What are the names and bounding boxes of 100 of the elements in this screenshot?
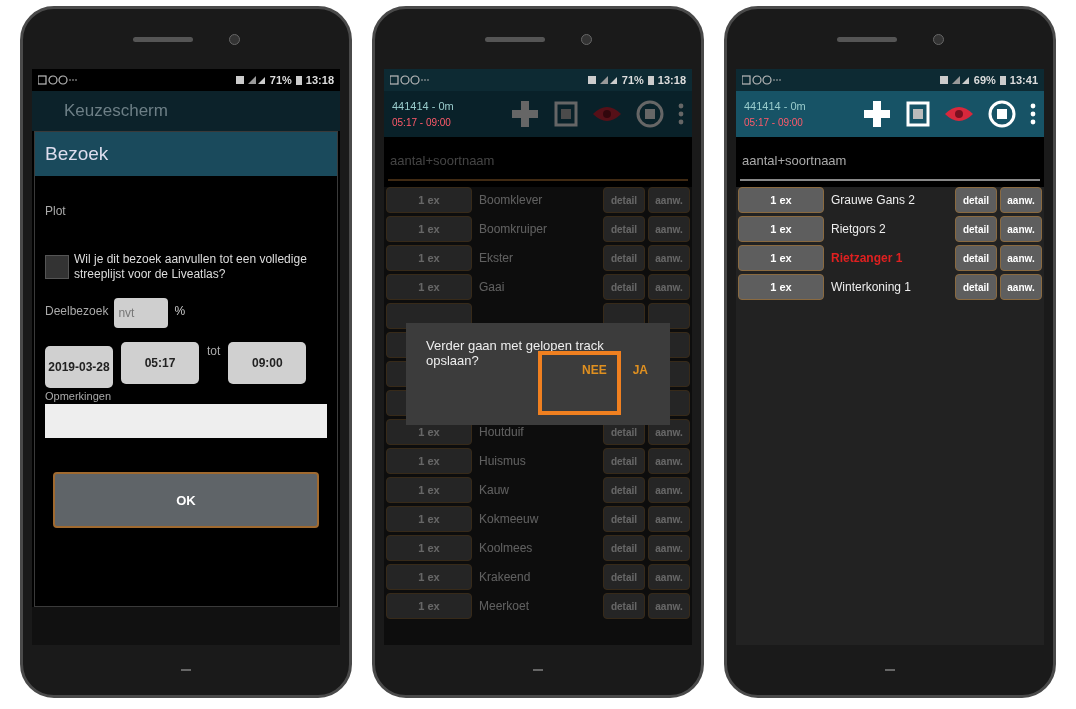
detail-button[interactable]: detail xyxy=(603,477,645,503)
checkbox[interactable] xyxy=(45,255,69,279)
notification-icons-drawing xyxy=(38,75,78,85)
ok-button[interactable]: OK xyxy=(53,472,319,528)
battery-percentage: 71% xyxy=(269,74,292,86)
search-field[interactable]: aantal+soortnaam xyxy=(388,141,688,181)
detail-button[interactable]: detail xyxy=(603,593,645,619)
count-button[interactable]: 1 ex xyxy=(386,564,472,590)
deelbezoek-label: Deelbezoek xyxy=(45,304,109,318)
speaker-grille xyxy=(836,36,897,42)
aanw-button[interactable]: aanw. xyxy=(1000,245,1042,271)
aanw-button[interactable]: aanw. xyxy=(648,216,690,242)
aanw-button[interactable]: aanw. xyxy=(648,564,690,590)
aanw-button[interactable]: aanw. xyxy=(648,448,690,474)
species-name[interactable]: Ekster xyxy=(475,245,600,271)
clock-time: 13:18 xyxy=(305,74,334,86)
species-name[interactable]: Rietgors 2 xyxy=(827,216,952,242)
detail-button[interactable]: detail xyxy=(955,187,997,213)
count-button[interactable]: 1 ex xyxy=(738,245,824,271)
home-indicator xyxy=(533,669,543,671)
count-button[interactable]: 1 ex xyxy=(738,187,824,213)
aanw-button[interactable]: aanw. xyxy=(1000,274,1042,300)
signal-icons-drawing xyxy=(235,75,266,85)
count-button[interactable]: 1 ex xyxy=(386,506,472,532)
aanw-button[interactable]: aanw. xyxy=(1000,216,1042,242)
eye-icon[interactable] xyxy=(944,104,974,124)
start-time-button[interactable]: 05:17 xyxy=(121,342,199,384)
aanw-button[interactable]: aanw. xyxy=(648,506,690,532)
aanw-button[interactable]: aanw. xyxy=(648,274,690,300)
checkbox-label: Wil je dit bezoek aanvullen tot een volledige streeplijst voor de Liveatlas? xyxy=(74,252,308,282)
detail-button[interactable]: detail xyxy=(603,245,645,271)
species-name[interactable]: Gaai xyxy=(475,274,600,300)
species-name[interactable]: Kauw xyxy=(475,477,600,503)
detail-button[interactable]: detail xyxy=(603,506,645,532)
dialog-title: Bezoek xyxy=(45,143,109,165)
detail-button[interactable]: detail xyxy=(603,274,645,300)
front-camera xyxy=(228,33,240,45)
detail-button[interactable]: detail xyxy=(955,216,997,242)
aanw-button[interactable]: aanw. xyxy=(648,245,690,271)
aanw-button[interactable]: aanw. xyxy=(648,477,690,503)
detail-button[interactable]: detail xyxy=(603,216,645,242)
detail-button[interactable]: detail xyxy=(955,274,997,300)
count-button[interactable]: 1 ex xyxy=(386,535,472,561)
detail-button[interactable]: detail xyxy=(603,535,645,561)
count-button[interactable]: 1 ex xyxy=(386,448,472,474)
battery-icon xyxy=(295,75,302,85)
clock-time: 13:18 xyxy=(657,74,686,86)
notification-icons-drawing xyxy=(742,75,782,85)
count-button[interactable]: 1 ex xyxy=(738,216,824,242)
species-name[interactable]: Huismus xyxy=(475,448,600,474)
count-button[interactable]: 1 ex xyxy=(386,245,472,271)
notification-icons-drawing xyxy=(390,75,430,85)
species-name[interactable]: Krakeend xyxy=(475,564,600,590)
count-button[interactable]: 1 ex xyxy=(386,216,472,242)
aanw-button[interactable]: aanw. xyxy=(648,187,690,213)
location-text: 441414 - 0m xyxy=(744,100,807,112)
end-time-button[interactable]: 09:00 xyxy=(228,342,307,384)
remarks-label: Opmerkingen xyxy=(45,390,113,402)
speaker-grille xyxy=(132,36,193,42)
more-options-icon[interactable] xyxy=(1030,103,1036,125)
home-indicator xyxy=(885,669,895,671)
clock-time: 13:41 xyxy=(1009,74,1038,86)
stop-icon[interactable] xyxy=(988,100,1016,128)
speaker-grille xyxy=(484,36,545,42)
species-name[interactable]: Kokmeeuw xyxy=(475,506,600,532)
location-text: 441414 - 0m xyxy=(392,100,455,112)
aanw-button[interactable]: aanw. xyxy=(648,535,690,561)
detail-button[interactable]: detail xyxy=(603,564,645,590)
detail-button[interactable]: detail xyxy=(603,187,645,213)
plot-label: Plot xyxy=(45,204,67,218)
signal-icons-drawing xyxy=(939,75,970,85)
species-name[interactable]: Boomklever xyxy=(475,187,600,213)
species-name[interactable]: Rietzanger 1 xyxy=(827,245,952,271)
battery-icon xyxy=(647,75,654,85)
remarks-field[interactable] xyxy=(45,404,327,438)
detail-button[interactable]: detail xyxy=(955,245,997,271)
detail-button[interactable]: detail xyxy=(603,448,645,474)
species-name[interactable]: Koolmees xyxy=(475,535,600,561)
document-icon[interactable] xyxy=(906,101,930,127)
species-name[interactable]: Boomkruiper xyxy=(475,216,600,242)
percentage-field[interactable]: nvt xyxy=(114,298,169,328)
aanw-button[interactable]: aanw. xyxy=(1000,187,1042,213)
count-button[interactable]: 1 ex xyxy=(386,274,472,300)
battery-percentage: 69% xyxy=(973,74,996,86)
date-button[interactable]: 2019-03-28 xyxy=(45,346,113,388)
species-name[interactable]: Meerkoet xyxy=(475,593,600,619)
count-button[interactable]: 1 ex xyxy=(386,187,472,213)
search-field[interactable]: aantal+soortnaam xyxy=(740,141,1040,181)
dialog-button[interactable]: JA xyxy=(624,350,656,415)
species-name[interactable]: Grauwe Gans 2 xyxy=(827,187,952,213)
count-button[interactable]: 1 ex xyxy=(386,477,472,503)
count-button[interactable]: 1 ex xyxy=(738,274,824,300)
to-label: tot xyxy=(207,344,221,358)
aanw-button[interactable]: aanw. xyxy=(648,593,690,619)
battery-icon xyxy=(999,75,1006,85)
front-camera xyxy=(580,33,592,45)
species-name[interactable]: Winterkoning 1 xyxy=(827,274,952,300)
signal-icons-drawing xyxy=(587,75,618,85)
add-icon[interactable] xyxy=(862,99,892,129)
count-button[interactable]: 1 ex xyxy=(386,593,472,619)
